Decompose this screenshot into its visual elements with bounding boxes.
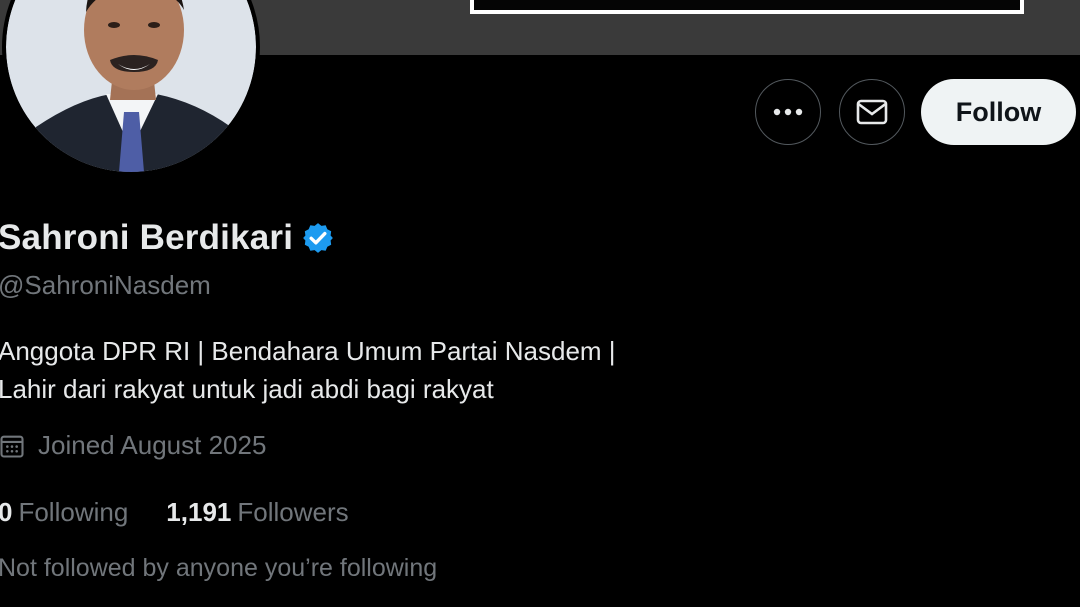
envelope-icon	[856, 99, 888, 125]
bio-line: Anggota DPR RI | Bendahara Umum Partai N…	[0, 336, 616, 366]
following-count: 0	[0, 497, 13, 527]
profile-bio: Anggota DPR RI | Bendahara Umum Partai N…	[0, 332, 758, 408]
joined-date-text: Joined August 2025	[38, 430, 267, 460]
banner-image-frame	[470, 0, 1024, 14]
user-handle: @SahroniNasdem	[0, 270, 211, 300]
followers-link[interactable]: 1,191 Followers	[166, 497, 348, 528]
display-name-row: Sahroni Berdikari	[0, 218, 335, 258]
calendar-icon	[0, 435, 24, 458]
more-options-button[interactable]	[755, 79, 821, 145]
profile-avatar[interactable]	[2, 0, 260, 176]
display-name: Sahroni Berdikari	[0, 218, 294, 257]
message-button[interactable]	[839, 79, 905, 145]
following-label: Following	[18, 497, 129, 527]
follow-stats: 0 Following 1,191 Followers	[0, 497, 349, 528]
follow-button[interactable]: Follow	[921, 79, 1076, 145]
followers-label: Followers	[237, 497, 349, 527]
verified-badge-icon[interactable]	[301, 221, 335, 255]
profile-page: Follow Sahroni Berdikari @SahroniNasdem …	[0, 0, 1080, 607]
avatar-photo	[6, 0, 256, 172]
joined-date-row: Joined August 2025	[0, 430, 266, 461]
bio-line: Lahir dari rakyat untuk jadi abdi bagi r…	[0, 374, 494, 404]
following-link[interactable]: 0 Following	[0, 497, 128, 528]
more-horizontal-icon	[773, 108, 803, 116]
followers-count: 1,191	[166, 497, 232, 527]
social-context-text: Not followed by anyone you’re following	[0, 554, 438, 582]
